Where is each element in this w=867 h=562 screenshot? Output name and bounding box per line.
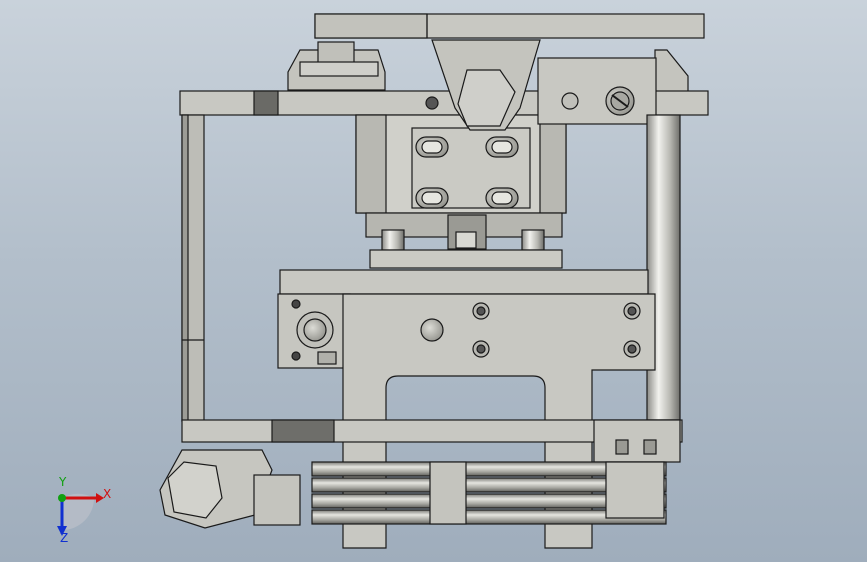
axis-label-y: Y	[59, 475, 67, 489]
top-plate-left-block	[314, 13, 428, 39]
guide-rod-right	[521, 229, 545, 251]
cad-graphics-viewport[interactable]: X Y Z	[0, 0, 867, 562]
right-end-block	[593, 419, 681, 463]
axis-triad	[57, 493, 104, 536]
middle-plate	[279, 269, 649, 295]
axis-label-x: X	[103, 487, 112, 501]
right-vertical-rod	[646, 114, 681, 421]
floating-plate	[369, 249, 563, 269]
guide-rod-left	[381, 229, 405, 251]
right-sensor-block	[537, 57, 657, 125]
right-bracket	[654, 49, 689, 93]
axis-label-z: Z	[60, 531, 69, 545]
assembly-model[interactable]	[0, 0, 867, 562]
